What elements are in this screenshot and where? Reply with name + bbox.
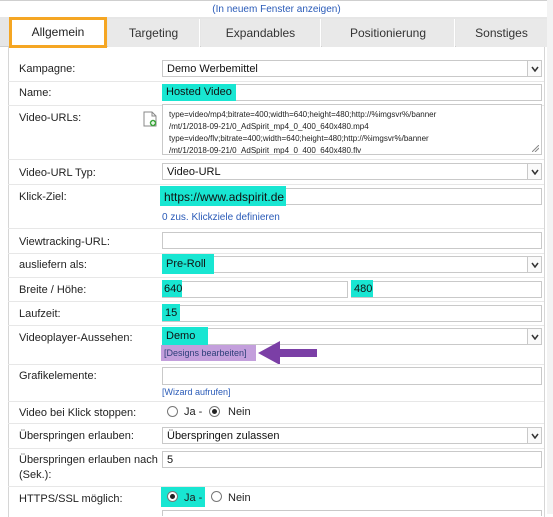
stop-on-click-no-label: Nein bbox=[228, 406, 251, 418]
stop-on-click-yes-radio[interactable] bbox=[167, 406, 178, 417]
designs-edit-link[interactable]: [Designs bearbeiten] bbox=[164, 348, 247, 358]
video-url-typ-select[interactable]: Video-URL bbox=[162, 163, 542, 180]
skip-after-value: 5 bbox=[167, 454, 174, 466]
https-ssl-yes-label: Ja - bbox=[184, 492, 203, 504]
tab-positionierung[interactable]: Positionierung bbox=[322, 19, 455, 47]
video-url-typ-value: Video-URL bbox=[167, 166, 221, 178]
laufzeit-value: 15 bbox=[165, 307, 178, 319]
skip-after-input[interactable]: 5 bbox=[162, 451, 542, 468]
ausliefern-select[interactable] bbox=[162, 256, 542, 273]
stop-on-click-yes-label: Ja - bbox=[184, 406, 203, 418]
row-divider bbox=[8, 277, 544, 278]
stop-on-click-no-radio[interactable] bbox=[209, 406, 220, 417]
ausliefern-value: Pre-Roll bbox=[166, 258, 206, 270]
hoehe-input[interactable] bbox=[351, 281, 542, 298]
row-divider bbox=[8, 486, 544, 487]
skip-allowed-label: Überspringen erlauben: bbox=[19, 430, 134, 442]
klick-ziel-label: Klick-Ziel: bbox=[19, 191, 67, 203]
https-ssl-yes-radio[interactable] bbox=[167, 491, 178, 502]
chevron-down-icon bbox=[527, 428, 541, 443]
name-value: Hosted Video bbox=[166, 86, 232, 98]
viewtracking-label: Viewtracking-URL: bbox=[19, 236, 110, 248]
panel-right-border bbox=[544, 47, 545, 517]
player-aussehen-select[interactable] bbox=[162, 328, 542, 345]
chevron-down-icon bbox=[527, 164, 541, 179]
open-new-window-text[interactable]: In neuem Fenster anzeigen bbox=[216, 4, 338, 15]
open-new-window-link[interactable]: (In neuem Fenster anzeigen) bbox=[0, 4, 553, 15]
chevron-down-icon bbox=[527, 257, 541, 272]
row-divider bbox=[8, 184, 544, 185]
row-divider bbox=[8, 325, 544, 326]
breite-value: 640 bbox=[164, 283, 183, 295]
tab-bar: Allgemein Targeting Expandables Position… bbox=[0, 17, 553, 48]
stop-on-click-label: Video bei Klick stoppen: bbox=[19, 407, 137, 419]
video-url-line: type=video/mp4;bitrate=400;width=640;hei… bbox=[169, 110, 437, 119]
klick-ziel-value: https://www.adspirit.de bbox=[164, 190, 285, 204]
name-label: Name: bbox=[19, 87, 52, 99]
row-divider bbox=[8, 159, 544, 160]
video-urls-textarea[interactable]: type=video/mp4;bitrate=400;width=640;hei… bbox=[162, 104, 542, 155]
row-divider bbox=[8, 253, 544, 254]
https-ssl-no-radio[interactable] bbox=[211, 491, 222, 502]
https-ssl-no-label: Nein bbox=[228, 492, 251, 504]
row-divider bbox=[8, 81, 544, 82]
grafikelemente-label: Grafikelemente: bbox=[19, 370, 97, 382]
skip-after-label-line2: (Sek.): bbox=[19, 469, 52, 481]
breite-input[interactable] bbox=[162, 281, 348, 298]
grafikelemente-input[interactable] bbox=[162, 367, 542, 385]
https-ssl-label: HTTPS/SSL möglich: bbox=[19, 493, 123, 505]
row-divider bbox=[8, 401, 544, 402]
player-aussehen-value: Demo bbox=[166, 330, 196, 342]
row-divider bbox=[8, 448, 544, 449]
skip-after-label-line1: Überspringen erlauben nach bbox=[19, 454, 158, 466]
kampagne-select[interactable]: Demo Werbemittel bbox=[162, 60, 542, 77]
resize-handle-icon[interactable] bbox=[532, 145, 539, 152]
row-divider bbox=[8, 364, 544, 365]
hoehe-value: 480 bbox=[354, 283, 373, 295]
breite-hoehe-label: Breite / Höhe: bbox=[19, 284, 87, 296]
laufzeit-input[interactable] bbox=[162, 305, 542, 322]
video-url-line: type=video/flv;bitrate=400;width=640;hei… bbox=[169, 134, 429, 143]
wizard-link[interactable]: [Wizard aufrufen] bbox=[162, 387, 231, 397]
tab-allgemein[interactable]: Allgemein bbox=[9, 17, 107, 48]
row-divider bbox=[8, 301, 544, 302]
video-url-line: /mt/1/2018-09-21/0_AdSpirit_mp4_0_400_64… bbox=[169, 122, 369, 131]
more-click-targets-link[interactable]: 0 zus. Klickziele definieren bbox=[162, 212, 280, 223]
panel-left-border bbox=[8, 47, 9, 517]
row-divider bbox=[8, 228, 544, 229]
window-scrollbar[interactable] bbox=[547, 0, 553, 514]
paren-close: ) bbox=[337, 4, 341, 15]
video-url-typ-label: Video-URL Typ: bbox=[19, 167, 96, 179]
viewtracking-input[interactable] bbox=[162, 232, 542, 249]
tab-expandables[interactable]: Expandables bbox=[201, 19, 321, 47]
ausliefern-label: ausliefern als: bbox=[19, 259, 87, 271]
next-field-input[interactable] bbox=[162, 510, 542, 516]
video-urls-label: Video-URLs: bbox=[19, 112, 82, 124]
skip-allowed-select[interactable]: Überspringen zulassen bbox=[162, 427, 542, 444]
tab-targeting[interactable]: Targeting bbox=[108, 19, 200, 47]
row-divider bbox=[8, 423, 544, 424]
tab-sonstiges[interactable]: Sonstiges bbox=[456, 19, 548, 47]
video-url-line: /mt/1/2018-09-21/0_AdSpirit_mp4_0_400_64… bbox=[169, 146, 362, 155]
kampagne-value: Demo Werbemittel bbox=[167, 63, 258, 75]
document-add-icon[interactable] bbox=[143, 111, 157, 130]
player-aussehen-label: Videoplayer-Aussehen: bbox=[19, 332, 133, 344]
chevron-down-icon bbox=[527, 61, 541, 76]
skip-allowed-value: Überspringen zulassen bbox=[167, 430, 280, 442]
laufzeit-label: Laufzeit: bbox=[19, 308, 61, 320]
chevron-down-icon bbox=[527, 329, 541, 344]
kampagne-label: Kampagne: bbox=[19, 63, 76, 75]
